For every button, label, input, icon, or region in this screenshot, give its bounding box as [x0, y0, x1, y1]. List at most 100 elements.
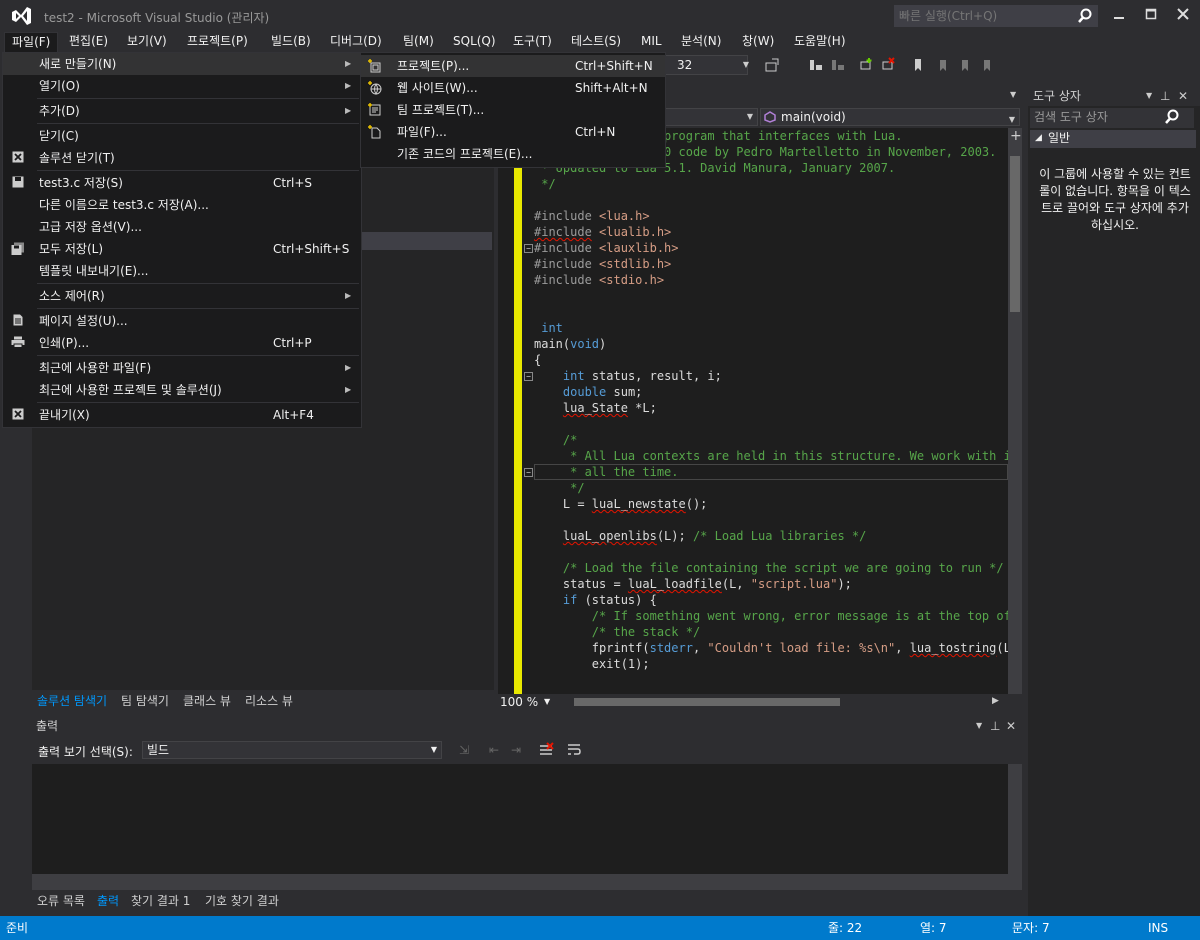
- horizontal-scrollbar-thumb[interactable]: [574, 698, 840, 706]
- window-options-icon[interactable]: ▼: [976, 716, 982, 736]
- menu-item-export-template[interactable]: 템플릿 내보내기(E)...: [3, 260, 361, 282]
- word-wrap-icon[interactable]: [566, 742, 582, 758]
- attach-process-icon[interactable]: [764, 57, 780, 73]
- tab-class-view[interactable]: 클래스 뷰: [178, 692, 236, 710]
- remove-breakpoint-icon[interactable]: [880, 57, 896, 73]
- menu-item-page-setup[interactable]: 페이지 설정(U)...: [3, 310, 361, 332]
- menu-view[interactable]: 보기(V): [120, 32, 174, 52]
- search-icon[interactable]: [1164, 109, 1180, 128]
- menu-item-advanced-save[interactable]: 고급 저장 옵션(V)...: [3, 216, 361, 238]
- tab-find-results[interactable]: 찾기 결과 1: [126, 892, 195, 910]
- close-icon[interactable]: ✕: [1178, 88, 1188, 104]
- chevron-down-icon[interactable]: ▼: [738, 57, 754, 73]
- output-text-area[interactable]: [32, 764, 1008, 874]
- menu-tools[interactable]: 도구(T): [506, 32, 559, 52]
- code-line: * All Lua contexts are held in this stru…: [534, 449, 1008, 463]
- menu-analyze[interactable]: 분석(N): [674, 32, 728, 52]
- code-line: if (status) {: [562, 593, 657, 607]
- next-bookmark-icon[interactable]: [956, 57, 972, 73]
- menu-test[interactable]: 테스트(S): [564, 32, 628, 52]
- scope-combo[interactable]: ▼: [658, 108, 758, 126]
- search-icon[interactable]: [1077, 8, 1093, 24]
- zoom-combo[interactable]: 100 % ▼: [498, 694, 554, 710]
- menu-window[interactable]: 창(W): [735, 32, 781, 52]
- menu-item-print[interactable]: 인쇄(P)... Ctrl+P: [3, 332, 361, 354]
- menu-edit[interactable]: 편집(E): [62, 32, 115, 52]
- tab-team-explorer[interactable]: 팀 탐색기: [116, 692, 174, 710]
- clear-all-icon[interactable]: [538, 742, 554, 758]
- code-editor[interactable]: − − − * Example of a C program that inte…: [498, 128, 1008, 694]
- clear-bookmarks-icon[interactable]: [978, 57, 994, 73]
- menu-item-source-control[interactable]: 소스 제어(R) ▶: [3, 285, 361, 307]
- tab-error-list[interactable]: 오류 목록: [32, 892, 90, 910]
- tab-solution-explorer[interactable]: 솔루션 탐색기: [32, 692, 112, 710]
- fold-toggle-icon[interactable]: −: [524, 468, 533, 477]
- tab-find-symbol-results[interactable]: 기호 찾기 결과: [200, 892, 284, 910]
- prev-bookmark-icon[interactable]: [934, 57, 950, 73]
- submenu-item-project-from-code[interactable]: 기존 코드의 프로젝트(E)...: [361, 143, 665, 165]
- submenu-arrow-icon: ▶: [345, 106, 352, 115]
- menu-item-close[interactable]: 닫기(C): [3, 125, 361, 147]
- menu-debug[interactable]: 디버그(D): [323, 32, 389, 52]
- menu-project[interactable]: 프로젝트(P): [180, 32, 255, 52]
- close-icon[interactable]: ✕: [1006, 716, 1016, 736]
- scrollbar-thumb[interactable]: [1010, 156, 1020, 312]
- close-window-button[interactable]: [1166, 2, 1200, 28]
- code-line: double sum;: [562, 385, 643, 399]
- fold-toggle-icon[interactable]: −: [524, 244, 533, 253]
- editor-vertical-scrollbar[interactable]: +: [1008, 128, 1022, 694]
- output-vertical-scrollbar[interactable]: [1008, 764, 1022, 874]
- submenu-item-new-website[interactable]: 웹 사이트(W)... Shift+Alt+N: [361, 77, 665, 99]
- menu-file[interactable]: 파일(F): [4, 32, 59, 52]
- maximize-button[interactable]: [1134, 2, 1168, 28]
- output-horizontal-scrollbar[interactable]: [32, 874, 1022, 890]
- prev-message-icon[interactable]: ⇤: [486, 742, 502, 758]
- submenu-item-new-file[interactable]: 파일(F)... Ctrl+N: [361, 121, 665, 143]
- tab-output[interactable]: 출력: [92, 892, 124, 910]
- add-breakpoint-icon[interactable]: [858, 57, 874, 73]
- menu-sql[interactable]: SQL(Q): [446, 32, 503, 52]
- platform-combo[interactable]: 32: [660, 55, 748, 75]
- menu-item-save[interactable]: test3.c 저장(S) Ctrl+S: [3, 172, 361, 194]
- tab-dropdown-icon[interactable]: ▼: [1010, 90, 1016, 99]
- submenu-item-new-project[interactable]: 프로젝트(P)... Ctrl+Shift+N: [361, 55, 665, 77]
- menu-build[interactable]: 빌드(B): [264, 32, 318, 52]
- menu-item-save-as[interactable]: 다른 이름으로 test3.c 저장(A)...: [3, 194, 361, 216]
- new-file-icon: [368, 125, 382, 139]
- menu-item-exit[interactable]: 끝내기(X) Alt+F4: [3, 404, 361, 426]
- menu-item-add[interactable]: 추가(D) ▶: [3, 100, 361, 122]
- menu-bar: 파일(F) 편집(E) 보기(V) 프로젝트(P) 빌드(B) 디버그(D) 팀…: [0, 32, 1200, 52]
- tab-resource-view[interactable]: 리소스 뷰: [240, 692, 298, 710]
- quick-launch-box[interactable]: [894, 5, 1098, 27]
- step-over-icon[interactable]: [830, 57, 846, 73]
- scroll-right-icon[interactable]: ▶: [992, 696, 999, 706]
- menu-item-recent-files[interactable]: 최근에 사용한 파일(F) ▶: [3, 357, 361, 379]
- next-message-icon[interactable]: ⇥: [508, 742, 524, 758]
- bookmark-icon[interactable]: [910, 57, 926, 73]
- menu-item-new[interactable]: 새로 만들기(N) ▶: [3, 53, 361, 75]
- menu-item-close-solution[interactable]: 솔루션 닫기(T): [3, 147, 361, 169]
- goto-location-icon[interactable]: ⇲: [456, 742, 472, 758]
- output-source-combo[interactable]: 빌드 ▼: [142, 741, 442, 759]
- menu-mil[interactable]: MIL: [634, 32, 669, 52]
- quick-launch-input[interactable]: [899, 9, 1069, 23]
- toolbox-group-label: 일반: [1048, 131, 1071, 145]
- minimize-button[interactable]: [1102, 2, 1136, 28]
- menu-team[interactable]: 팀(M): [396, 32, 441, 52]
- pin-icon[interactable]: ⊥: [990, 716, 1000, 736]
- menu-item-open[interactable]: 열기(O) ▶: [3, 75, 361, 97]
- submenu-item-team-project[interactable]: 팀 프로젝트(T)...: [361, 99, 665, 121]
- window-options-icon[interactable]: ▼: [1146, 88, 1152, 104]
- menu-help[interactable]: 도움말(H): [787, 32, 853, 52]
- menu-item-save-all[interactable]: 모두 저장(L) Ctrl+Shift+S: [3, 238, 361, 260]
- toolbox-group-general[interactable]: ◢ 일반: [1030, 130, 1196, 148]
- menu-item-recent-projects[interactable]: 최근에 사용한 프로젝트 및 솔루션(J) ▶: [3, 379, 361, 401]
- save-all-icon: [11, 242, 25, 256]
- function-combo[interactable]: main(void) ▼: [760, 108, 1020, 126]
- code-line: */: [534, 177, 556, 191]
- toolbox-header: 도구 상자 ▼ ⊥ ✕: [1028, 88, 1200, 106]
- fold-toggle-icon[interactable]: −: [524, 372, 533, 381]
- split-editor-icon[interactable]: +: [1010, 128, 1022, 144]
- pin-icon[interactable]: ⊥: [1160, 88, 1170, 104]
- step-icon[interactable]: [808, 57, 824, 73]
